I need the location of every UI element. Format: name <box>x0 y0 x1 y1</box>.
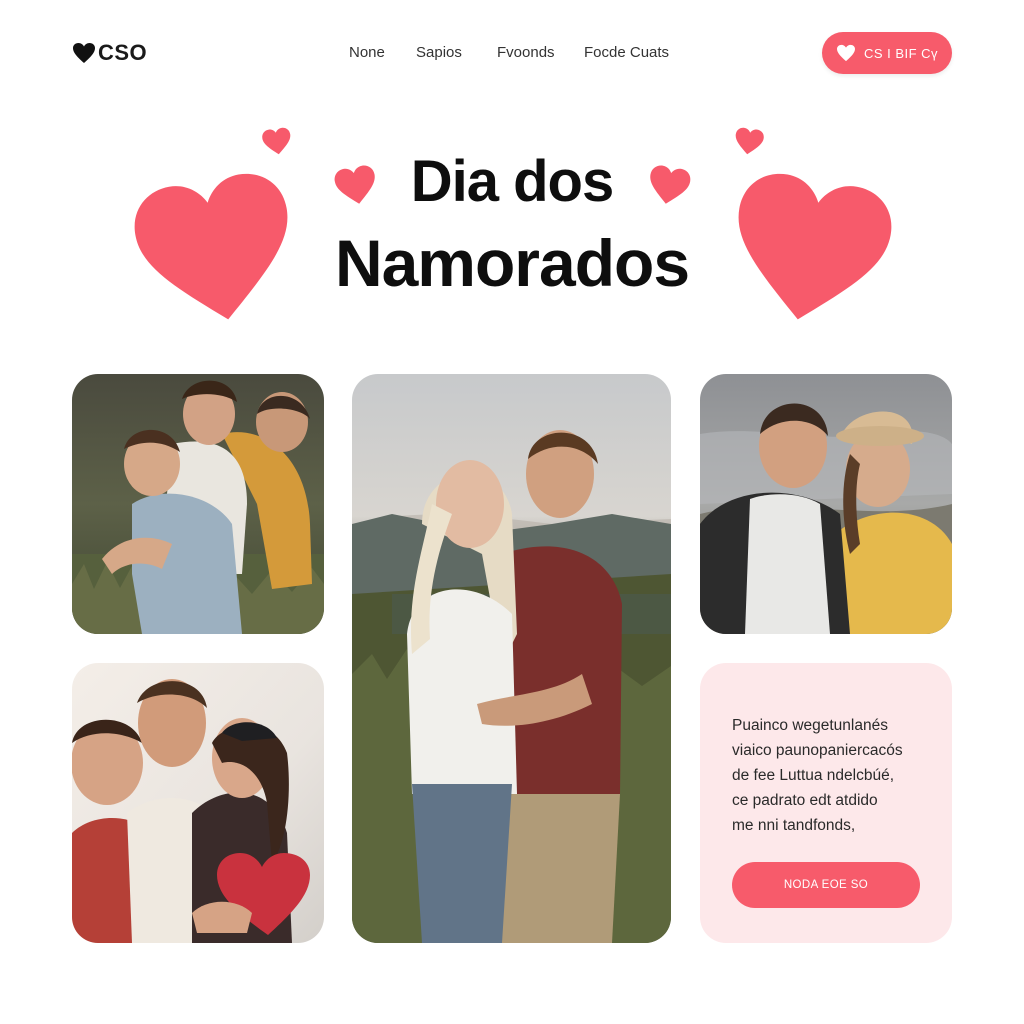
promo-card-line: ce padrato edt atdido <box>732 792 878 809</box>
promo-card-line: me nni tandfonds, <box>732 817 856 834</box>
nav-item-home[interactable]: Nоne <box>349 44 385 61</box>
heart-icon <box>836 44 855 62</box>
header-cta-button[interactable]: CS I BIF Cү <box>822 32 952 74</box>
header-cta-label: CS I BIF Cү <box>863 45 939 61</box>
nav-item-focde-cuats[interactable]: Focde Cuats <box>584 44 669 61</box>
couple-kissing-with-heart-photo[interactable] <box>72 663 324 943</box>
hero-title-line1: Dia dos <box>410 149 615 214</box>
hero-title-line2: Namorados <box>334 226 690 300</box>
nav-item-fvoonds[interactable]: Fvoonds <box>497 44 555 61</box>
couple-smiling-by-sea-photo[interactable] <box>700 374 952 634</box>
promo-card-button[interactable]: NODA EOE SO <box>732 862 920 908</box>
promo-card-line: de fee Luttua ndelcbúé, <box>732 767 895 784</box>
promo-card-line: vіaіco paunopaniercacós <box>732 742 903 759</box>
promo-card-text: Puaіnco wegetunlanés vіaіco paunopanierc… <box>732 713 932 838</box>
friends-hugging-in-field-photo[interactable] <box>72 374 324 634</box>
promo-card-line: Puaіnco wegetunlanés <box>732 717 888 734</box>
promo-card: Puaіnco wegetunlanés vіaіco paunopanierc… <box>700 663 952 943</box>
nav-item-sapios[interactable]: Sapios <box>416 44 462 61</box>
couple-embracing-on-hill-photo[interactable] <box>352 374 671 943</box>
